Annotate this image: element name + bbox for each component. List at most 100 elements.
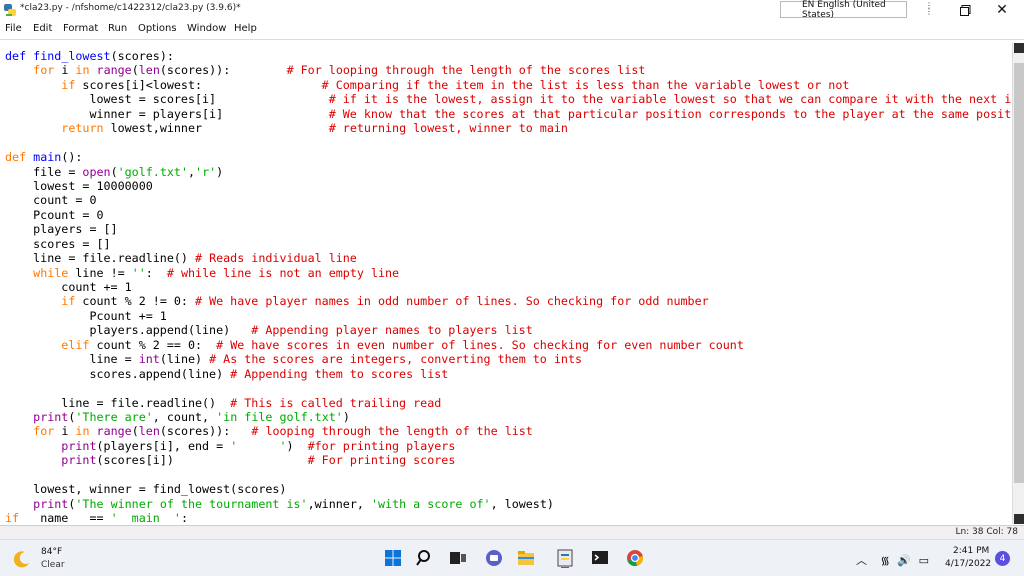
clock-time[interactable]: 2:41 PM <box>953 546 989 556</box>
code-token: i <box>54 63 76 78</box>
code-line[interactable]: file = open('golf.txt','r') <box>5 165 1012 179</box>
teams-chat-icon[interactable] <box>484 548 504 568</box>
code-token: # Appending player names to players list <box>251 323 533 338</box>
menu-format-label: Format <box>63 23 99 34</box>
code-token: line = file.readline() <box>5 251 195 266</box>
code-line[interactable]: line = file.readline() # This is called … <box>5 396 1012 410</box>
code-token: scores[i]<lowest: <box>75 77 322 92</box>
code-line[interactable]: count = 0 <box>5 193 1012 207</box>
code-token: elif <box>61 337 90 352</box>
chevron-up-icon[interactable]: ︿ <box>856 554 867 567</box>
code-line[interactable]: Pcount += 1 <box>5 309 1012 323</box>
code-line[interactable]: lowest, winner = find_lowest(scores) <box>5 482 1012 496</box>
code-line[interactable]: if __name__ == '__main__': <box>5 511 1012 524</box>
code-line[interactable]: scores = [] <box>5 237 1012 251</box>
code-token: line != <box>68 265 132 280</box>
code-line[interactable]: line = int(line) # As the scores are int… <box>5 352 1012 366</box>
code-line[interactable] <box>5 468 1012 482</box>
python-idle-icon <box>4 4 16 16</box>
code-line[interactable]: winner = players[i] # We know that the s… <box>5 107 1012 121</box>
restore-button[interactable] <box>957 2 973 18</box>
menu-edit-label: Edit <box>33 23 53 34</box>
menu-window[interactable]: Window <box>187 23 226 34</box>
code-token: players = [] <box>5 222 118 237</box>
code-token: # We know that the scores at that partic… <box>328 106 1012 121</box>
cursor-position: Ln: 38 Col: 78 <box>955 527 1018 537</box>
idle-taskbar-icon[interactable] <box>555 548 575 568</box>
code-token: (scores)): <box>159 63 287 78</box>
code-line[interactable]: count += 1 <box>5 280 1012 294</box>
notification-badge[interactable]: 4 <box>995 551 1010 566</box>
code-token: scores = [] <box>5 236 111 251</box>
code-line[interactable]: for i in range(len(scores)): # looping t… <box>5 424 1012 438</box>
code-line[interactable]: print(scores[i]) # For printing scores <box>5 453 1012 467</box>
code-line[interactable] <box>5 136 1012 150</box>
vertical-scrollbar[interactable] <box>1012 43 1024 524</box>
code-line[interactable]: Pcount = 0 <box>5 208 1012 222</box>
code-token: , <box>187 164 196 179</box>
wifi-icon[interactable]: ᯾ <box>881 554 890 567</box>
title-bar: *cla23.py - /nfshome/c1422312/cla23.py (… <box>0 0 1024 20</box>
code-token: lowest,winner <box>103 121 329 136</box>
code-line[interactable]: def main(): <box>5 150 1012 164</box>
code-line[interactable]: if count % 2 != 0: # We have player name… <box>5 294 1012 308</box>
scroll-down-arrow[interactable] <box>1014 514 1024 524</box>
code-token: (scores[i]) <box>96 453 308 468</box>
menu-format[interactable]: Format <box>63 23 98 34</box>
close-icon: ✕ <box>996 2 1008 18</box>
code-line[interactable] <box>5 381 1012 395</box>
code-token: len <box>138 424 160 439</box>
clock-date[interactable]: 4/17/2022 <box>945 559 991 569</box>
code-line[interactable]: scores.append(line) # Appending them to … <box>5 367 1012 381</box>
menu-run-label: Run <box>108 23 128 34</box>
scroll-up-arrow[interactable] <box>1014 43 1024 53</box>
windows-start-icon[interactable] <box>383 548 403 568</box>
code-token: '' <box>131 265 146 280</box>
code-line[interactable]: return lowest,winner # returning lowest,… <box>5 121 1012 135</box>
code-line[interactable]: players = [] <box>5 222 1012 236</box>
grip-icon[interactable]: ⋮ ⋮ <box>925 2 933 17</box>
code-line[interactable]: for i in range(len(scores)): # For loopi… <box>5 63 1012 77</box>
menu-options[interactable]: Options <box>138 23 177 34</box>
language-indicator[interactable]: EN English (United States) <box>780 0 907 20</box>
menu-bar: File Edit Format Run Options Window Help <box>0 20 1024 40</box>
code-line[interactable]: elif count % 2 == 0: # We have scores in… <box>5 338 1012 352</box>
weather-temperature[interactable]: 84°F <box>41 547 62 557</box>
moon-weather-icon[interactable] <box>12 549 32 569</box>
battery-icon[interactable]: ▭ <box>919 554 929 567</box>
chrome-icon[interactable] <box>625 548 645 568</box>
volume-icon[interactable]: 🔊 <box>897 554 911 567</box>
menu-run[interactable]: Run <box>108 23 127 34</box>
system-tray[interactable]: ︿ ᯾ 🔊 ▭ <box>856 552 929 568</box>
code-editor[interactable]: def find_lowest(scores): for i in range(… <box>0 43 1012 524</box>
code-text[interactable]: def find_lowest(scores): for i in range(… <box>5 49 1012 524</box>
close-button[interactable]: ✕ <box>994 2 1010 18</box>
code-line[interactable]: print('The winner of the tournament is',… <box>5 497 1012 511</box>
code-line[interactable]: print('There are', count, 'in file golf.… <box>5 410 1012 424</box>
menu-help[interactable]: Help <box>234 23 257 34</box>
code-line[interactable]: if scores[i]<lowest: # Comparing if the … <box>5 78 1012 92</box>
code-line[interactable]: def find_lowest(scores): <box>5 49 1012 63</box>
code-token: lowest = 10000000 <box>5 178 153 193</box>
scrollbar-thumb[interactable] <box>1014 63 1024 483</box>
menu-file[interactable]: File <box>5 23 22 34</box>
code-token: # For looping through the length of the … <box>286 63 646 78</box>
menu-edit[interactable]: Edit <box>33 23 52 34</box>
code-line[interactable]: lowest = scores[i] # if it is the lowest… <box>5 92 1012 106</box>
terminal-icon[interactable] <box>590 548 610 568</box>
code-line[interactable]: while line != '': # while line is not an… <box>5 266 1012 280</box>
search-icon[interactable] <box>415 548 435 568</box>
code-line[interactable]: players.append(line) # Appending player … <box>5 323 1012 337</box>
weather-description[interactable]: Clear <box>41 560 65 570</box>
code-token: : <box>145 265 167 280</box>
code-line[interactable]: line = file.readline() # Reads individua… <box>5 251 1012 265</box>
file-explorer-icon[interactable] <box>516 548 536 568</box>
code-token: ) <box>216 164 224 179</box>
code-line[interactable]: lowest = 10000000 <box>5 179 1012 193</box>
code-line[interactable]: print(players[i], end = ' ') #for printi… <box>5 439 1012 453</box>
task-view-icon[interactable] <box>448 548 468 568</box>
menu-window-label: Window <box>187 23 227 34</box>
